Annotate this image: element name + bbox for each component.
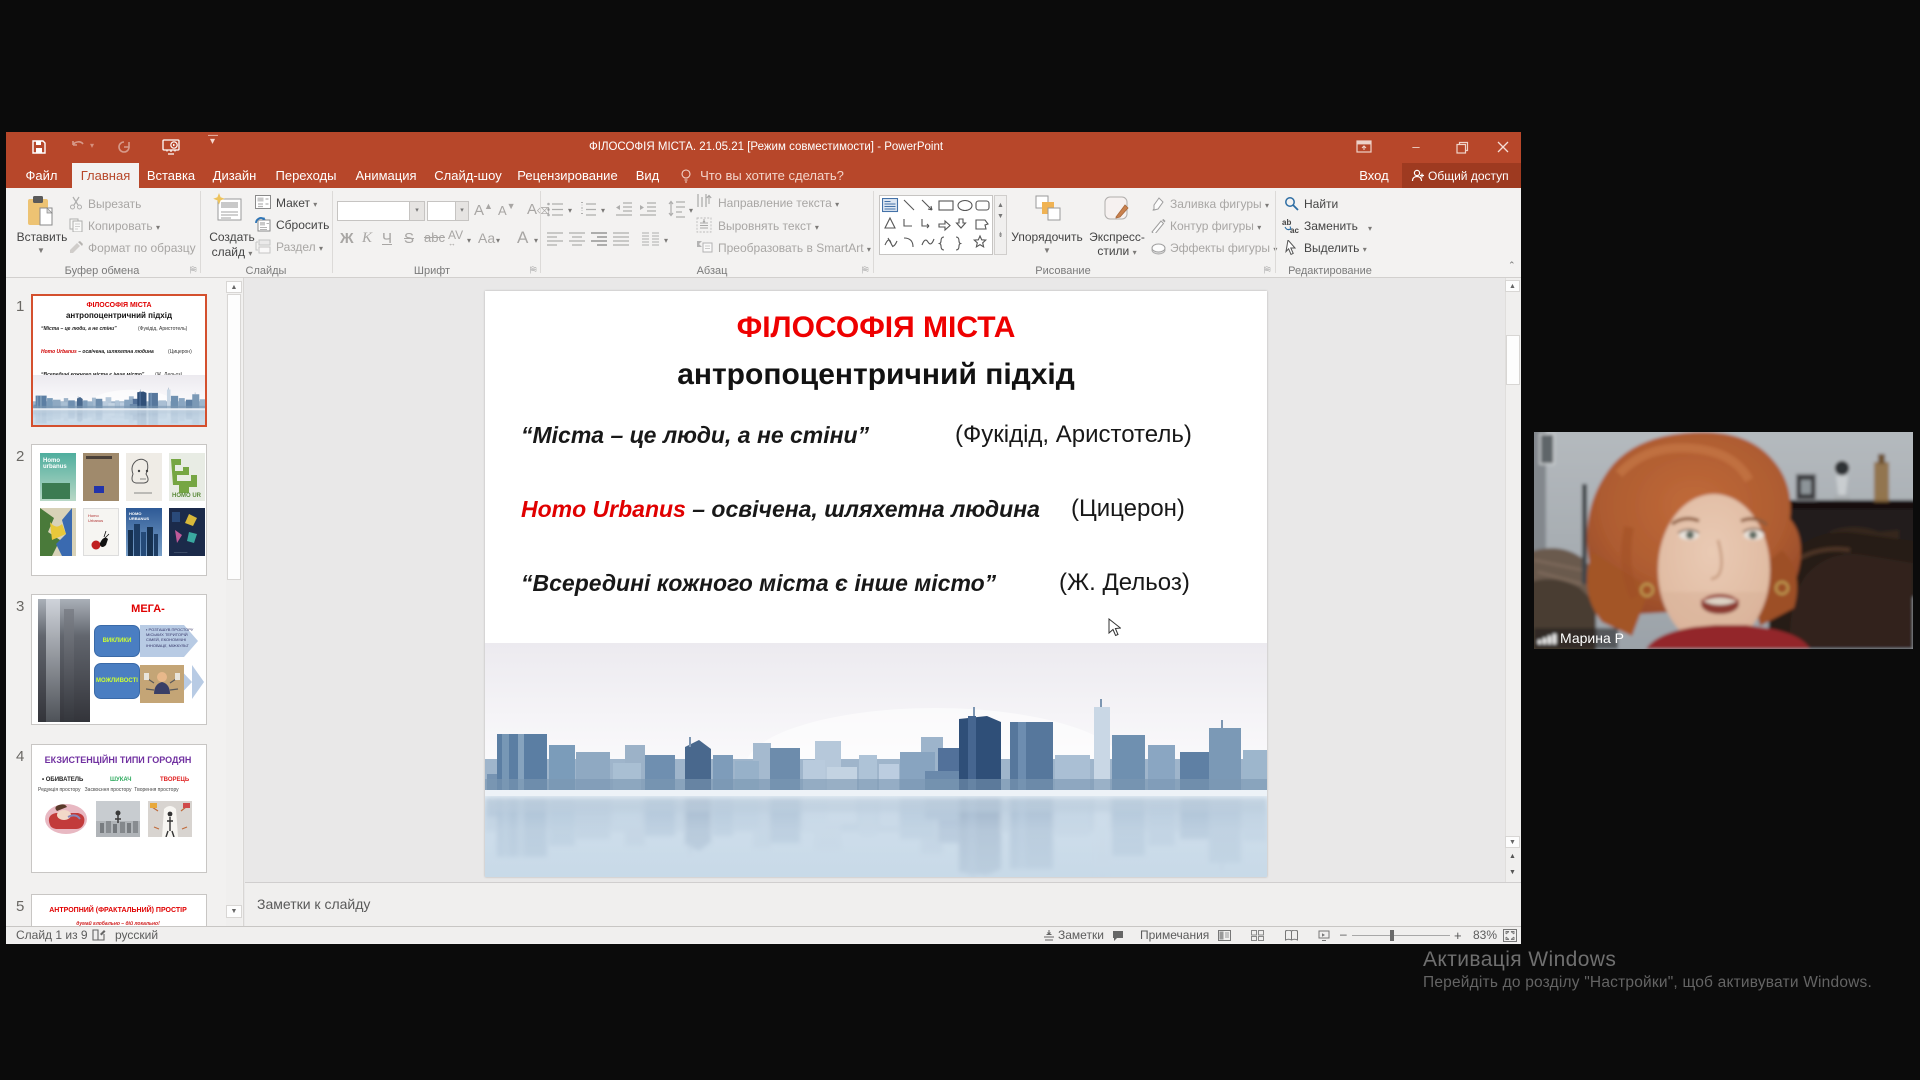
svg-text:ac: ac (1290, 226, 1299, 234)
svg-text:HOMO URBIS: HOMO URBIS (172, 493, 201, 499)
svg-text:______: ______ (173, 548, 188, 553)
